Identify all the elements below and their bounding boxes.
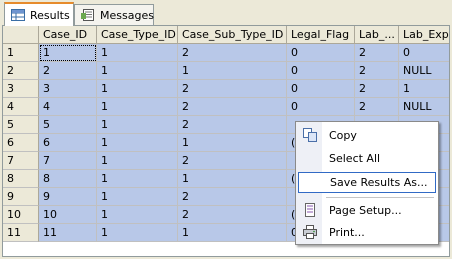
menu-item-page-setup-label: Page Setup... <box>329 204 402 217</box>
row-number: 11 <box>3 224 39 242</box>
table-cell[interactable]: 9 <box>39 188 97 206</box>
menu-item-page-setup[interactable]: Page Setup... <box>298 200 436 221</box>
table-cell[interactable]: 2 <box>178 188 287 206</box>
row-number: 3 <box>3 80 39 98</box>
column-header-case-sub-type-id[interactable]: Case_Sub_Type_ID <box>178 26 287 44</box>
table-cell[interactable]: 7 <box>39 152 97 170</box>
grid-header-row: Case_ID Case_Type_ID Case_Sub_Type_ID Le… <box>3 26 449 44</box>
table-cell[interactable]: 1 <box>97 98 178 116</box>
table-row[interactable]: 3312021 <box>3 80 449 98</box>
table-cell[interactable]: 2 <box>355 98 399 116</box>
table-cell[interactable]: 2 <box>178 116 287 134</box>
tab-results[interactable]: Results <box>4 2 74 26</box>
table-cell[interactable]: 1 <box>178 134 287 152</box>
column-header-case-id[interactable]: Case_ID <box>39 26 97 44</box>
table-cell[interactable]: 10 <box>39 206 97 224</box>
row-number: 4 <box>3 98 39 116</box>
results-tab-bar: Results Messages <box>0 0 452 26</box>
table-cell[interactable]: 4 <box>39 98 97 116</box>
menu-separator <box>326 197 434 198</box>
table-cell[interactable]: 1 <box>178 170 287 188</box>
table-row[interactable]: 4 4 1 2 0 2 NULL <box>3 98 449 116</box>
messages-icon <box>81 9 95 21</box>
grid-icon <box>11 9 25 21</box>
table-row[interactable]: 1112020 <box>3 44 449 62</box>
table-cell[interactable]: 2 <box>355 44 399 62</box>
menu-item-save-results-as-label: Save Results As... <box>330 176 428 189</box>
context-menu: Copy Select All Save Results As... Page … <box>295 121 439 245</box>
table-cell[interactable]: 0 <box>287 44 355 62</box>
table-cell[interactable]: 3 <box>39 80 97 98</box>
table-cell[interactable]: 0 <box>287 62 355 80</box>
table-cell[interactable]: 0 <box>287 80 355 98</box>
printer-icon <box>302 225 318 239</box>
table-cell[interactable]: 0 <box>287 98 355 116</box>
table-cell[interactable]: NULL <box>399 98 449 116</box>
menu-item-select-all-label: Select All <box>329 152 381 165</box>
table-cell[interactable]: 6 <box>39 134 97 152</box>
table-cell[interactable]: 2 <box>178 98 287 116</box>
copy-icon <box>302 128 318 142</box>
table-cell[interactable]: 1 <box>399 80 449 98</box>
row-number: 2 <box>3 62 39 80</box>
table-cell[interactable]: 2 <box>39 62 97 80</box>
table-cell[interactable]: 2 <box>178 80 287 98</box>
page-setup-icon <box>302 203 318 217</box>
row-number: 6 <box>3 134 39 152</box>
table-cell[interactable]: 1 <box>97 170 178 188</box>
table-cell[interactable]: 1 <box>97 116 178 134</box>
table-cell[interactable]: 2 <box>355 62 399 80</box>
table-cell[interactable]: 11 <box>39 224 97 242</box>
table-cell[interactable]: 2 <box>178 206 287 224</box>
column-header-legal-flag[interactable]: Legal_Flag <box>287 26 355 44</box>
menu-item-print-label: Print... <box>329 226 365 239</box>
tab-messages[interactable]: Messages <box>74 4 154 25</box>
table-cell[interactable]: 2 <box>178 152 287 170</box>
table-cell[interactable]: 1 <box>97 206 178 224</box>
table-cell[interactable]: 1 <box>178 62 287 80</box>
table-cell[interactable]: 1 <box>97 134 178 152</box>
table-cell[interactable]: 2 <box>355 80 399 98</box>
table-cell[interactable]: 1 <box>97 44 178 62</box>
row-number: 5 <box>3 116 39 134</box>
table-cell[interactable]: 1 <box>97 188 178 206</box>
table-cell[interactable]: 0 <box>399 44 449 62</box>
table-cell[interactable]: 1 <box>97 224 178 242</box>
table-cell[interactable]: 1 <box>97 80 178 98</box>
menu-item-save-results-as[interactable]: Save Results As... <box>298 172 436 193</box>
menu-item-copy-label: Copy <box>329 129 357 142</box>
table-cell[interactable]: NULL <box>399 62 449 80</box>
column-header-lab-expo[interactable]: Lab_Expo <box>399 26 449 44</box>
table-cell[interactable]: 5 <box>39 116 97 134</box>
table-cell[interactable]: 1 <box>178 224 287 242</box>
table-cell[interactable]: 2 <box>178 44 287 62</box>
column-header-lab[interactable]: Lab_... <box>355 26 399 44</box>
row-number: 1 <box>3 44 39 62</box>
menu-item-print[interactable]: Print... <box>298 222 436 243</box>
row-number: 8 <box>3 170 39 188</box>
table-cell[interactable]: 8 <box>39 170 97 188</box>
menu-item-select-all[interactable]: Select All <box>298 148 436 169</box>
table-row[interactable]: 2 2 1 1 0 2 NULL <box>3 62 449 80</box>
row-number: 10 <box>3 206 39 224</box>
row-number: 9 <box>3 188 39 206</box>
menu-item-copy[interactable]: Copy <box>298 125 436 146</box>
table-cell[interactable]: 1 <box>39 44 97 62</box>
row-number-header <box>3 26 39 44</box>
row-number: 7 <box>3 152 39 170</box>
column-header-case-type-id[interactable]: Case_Type_ID <box>97 26 178 44</box>
table-cell[interactable]: 1 <box>97 62 178 80</box>
table-cell[interactable]: 1 <box>97 152 178 170</box>
tab-results-label: Results <box>30 8 70 22</box>
tab-messages-label: Messages <box>100 8 154 22</box>
